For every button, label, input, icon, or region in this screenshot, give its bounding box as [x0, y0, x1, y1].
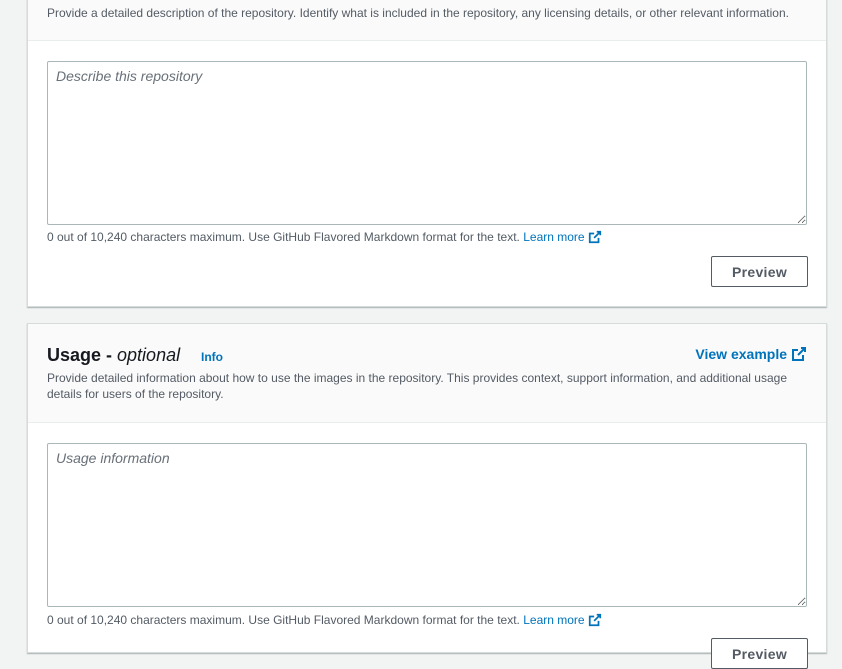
usage-title-optional: optional	[117, 345, 181, 365]
description-panel-header: Provide a detailed description of the re…	[28, 0, 826, 41]
description-help-text: Provide a detailed description of the re…	[47, 6, 789, 20]
usage-learn-more-label: Learn more	[523, 613, 585, 627]
external-link-icon	[588, 613, 601, 627]
description-char-hint: 0 out of 10,240 characters maximum. Use …	[47, 229, 602, 245]
view-example-link[interactable]: View example	[695, 346, 807, 362]
usage-hint-text: 0 out of 10,240 characters maximum. Use …	[47, 613, 520, 627]
usage-info-link[interactable]: Info	[201, 350, 223, 364]
view-example-label: View example	[695, 346, 787, 362]
usage-panel: Usage - optional Info View example Provi…	[27, 323, 827, 669]
usage-learn-more-link[interactable]: Learn more	[523, 613, 601, 627]
description-hint-text: 0 out of 10,240 characters maximum. Use …	[47, 230, 520, 244]
external-link-icon	[588, 230, 601, 244]
description-learn-more-label: Learn more	[523, 230, 585, 244]
usage-panel-header: Usage - optional Info View example Provi…	[28, 324, 826, 423]
external-link-icon	[792, 347, 806, 361]
description-panel: Provide a detailed description of the re…	[27, 0, 827, 307]
usage-title: Usage - optional	[47, 345, 180, 366]
description-learn-more-link[interactable]: Learn more	[523, 230, 601, 244]
description-textarea[interactable]	[47, 61, 807, 225]
usage-textarea[interactable]	[47, 443, 807, 607]
description-preview-button[interactable]: Preview	[711, 256, 808, 287]
usage-preview-button[interactable]: Preview	[711, 638, 808, 669]
usage-title-text: Usage -	[47, 345, 118, 365]
usage-char-hint: 0 out of 10,240 characters maximum. Use …	[47, 612, 602, 628]
usage-help-text: Provide detailed information about how t…	[47, 371, 787, 401]
